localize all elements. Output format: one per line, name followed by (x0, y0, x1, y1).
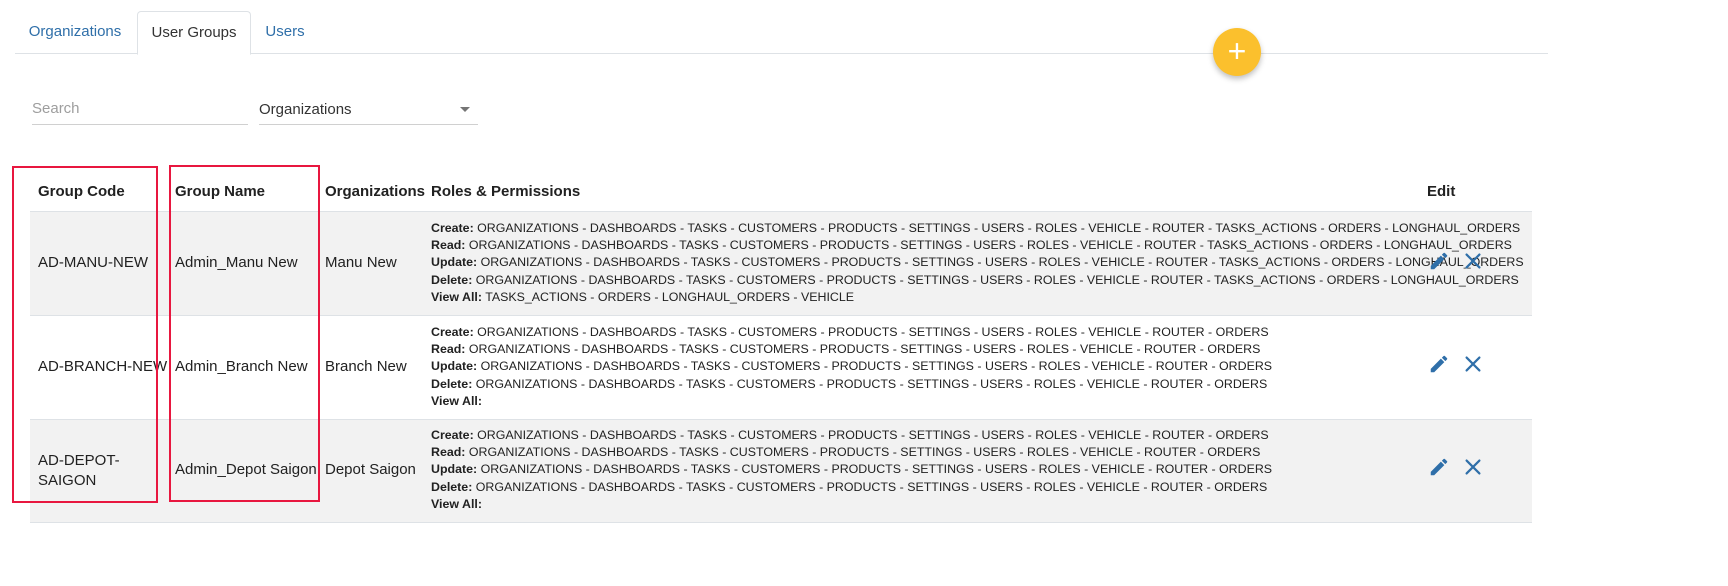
perm-view-all: View All: (431, 496, 482, 511)
perm-delete: Delete: ORGANIZATIONS - DASHBOARDS - TAS… (431, 479, 1268, 494)
organization: Depot Saigon (325, 461, 416, 478)
perm-update: Update: ORGANIZATIONS - DASHBOARDS - TAS… (431, 359, 1273, 374)
perm-update: Update: ORGANIZATIONS - DASHBOARDS - TAS… (431, 462, 1273, 477)
tab-user-groups[interactable]: User Groups (137, 11, 251, 55)
group-name: Admin_Branch New (175, 358, 308, 375)
header-edit: Edit (1427, 183, 1456, 200)
group-code: AD-BRANCH-NEW (38, 358, 168, 375)
organizations-select[interactable]: Organizations (259, 92, 478, 125)
perm-delete: Delete: ORGANIZATIONS - DASHBOARDS - TAS… (431, 272, 1519, 287)
search-input[interactable] (32, 92, 248, 125)
close-icon[interactable] (1462, 353, 1484, 375)
group-code: AD-MANU-NEW (38, 254, 148, 271)
tab-bar: Organizations User Groups Users (15, 11, 1548, 55)
organizations-select-value: Organizations (259, 101, 352, 118)
close-icon[interactable] (1462, 250, 1484, 272)
group-code: AD-DEPOT- SAIGON (38, 452, 120, 489)
caret-down-icon (460, 107, 470, 112)
organization: Manu New (325, 254, 397, 271)
perm-read: Read: ORGANIZATIONS - DASHBOARDS - TASKS… (431, 445, 1261, 460)
perm-create: Create: ORGANIZATIONS - DASHBOARDS - TAS… (431, 428, 1269, 442)
table-row: AD-DEPOT- SAIGON Admin_Depot Saigon Depo… (30, 420, 1532, 523)
table-row: AD-MANU-NEW Admin_Manu New Manu New Crea… (30, 212, 1532, 316)
close-icon[interactable] (1462, 456, 1484, 478)
group-name: Admin_Depot Saigon (175, 461, 317, 478)
perm-read: Read: ORGANIZATIONS - DASHBOARDS - TASKS… (431, 238, 1512, 253)
table-row: AD-BRANCH-NEW Admin_Branch New Branch Ne… (30, 316, 1532, 420)
group-name: Admin_Manu New (175, 254, 298, 271)
plus-icon: + (1227, 33, 1247, 69)
perm-update: Update: ORGANIZATIONS - DASHBOARDS - TAS… (431, 255, 1524, 270)
permissions-list: Create: ORGANIZATIONS - DASHBOARDS - TAS… (431, 324, 1272, 410)
header-group-name: Group Name (175, 183, 266, 200)
perm-create: Create: ORGANIZATIONS - DASHBOARDS - TAS… (431, 221, 1521, 235)
header-organizations: Organizations (325, 183, 426, 200)
tab-users[interactable]: Users (251, 11, 319, 53)
pencil-icon[interactable] (1428, 250, 1450, 272)
table-header: Group Code Group Name Organizations Role… (30, 173, 1532, 213)
perm-delete: Delete: ORGANIZATIONS - DASHBOARDS - TAS… (431, 376, 1268, 391)
header-group-code: Group Code (38, 183, 125, 200)
header-roles-permissions: Roles & Permissions (431, 183, 581, 200)
perm-view-all: View All: TASKS_ACTIONS - ORDERS - LONGH… (431, 289, 854, 304)
pencil-icon[interactable] (1428, 353, 1450, 375)
permissions-list: Create: ORGANIZATIONS - DASHBOARDS - TAS… (431, 220, 1524, 306)
organization: Branch New (325, 358, 407, 375)
tab-organizations[interactable]: Organizations (15, 11, 135, 53)
perm-view-all: View All: (431, 393, 482, 408)
perm-read: Read: ORGANIZATIONS - DASHBOARDS - TASKS… (431, 342, 1261, 357)
perm-create: Create: ORGANIZATIONS - DASHBOARDS - TAS… (431, 325, 1269, 339)
permissions-list: Create: ORGANIZATIONS - DASHBOARDS - TAS… (431, 427, 1272, 513)
add-button[interactable]: + (1213, 28, 1261, 76)
pencil-icon[interactable] (1428, 456, 1450, 478)
